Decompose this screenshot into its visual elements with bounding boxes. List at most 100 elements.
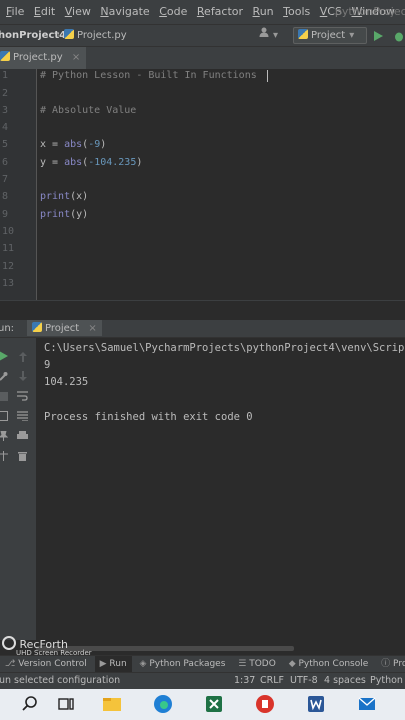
- scroll-to-end-icon[interactable]: [17, 406, 28, 422]
- tab-version-control[interactable]: ⎇ Version Control: [0, 656, 92, 672]
- code-editor[interactable]: 1 2 3 4 5 6 7 8 9 10 11 12 13 # Python L…: [0, 69, 405, 300]
- interpreter-selector[interactable]: Python 3: [370, 673, 405, 689]
- python-console-icon: ◆: [288, 659, 299, 669]
- console-line-output: 9: [44, 359, 51, 371]
- caret-position[interactable]: 1:37: [234, 673, 255, 689]
- user-icon[interactable]: [258, 25, 270, 46]
- run-configuration-select[interactable]: Project ▾: [293, 27, 367, 44]
- line-number: 11: [2, 243, 15, 254]
- pin-tab-icon[interactable]: [0, 446, 9, 461]
- code-token: y =: [40, 157, 65, 168]
- tab-label: TODO: [249, 659, 276, 669]
- menu-file[interactable]: File: [6, 0, 24, 24]
- text-caret: [267, 70, 268, 82]
- run-toolbar: [0, 338, 36, 640]
- code-token: ): [136, 157, 143, 168]
- console-line-command: C:\Users\Samuel\PycharmProjects\pythonPr…: [44, 342, 405, 354]
- menu-tools[interactable]: Tools: [283, 0, 310, 24]
- run-console-output[interactable]: C:\Users\Samuel\PycharmProjects\pythonPr…: [36, 338, 405, 640]
- run-tab-label: Project: [45, 323, 80, 334]
- code-builtin: print: [40, 191, 71, 202]
- recorder-logo-icon: [2, 636, 16, 650]
- console-line-output: 104.235: [44, 376, 89, 388]
- menu-run[interactable]: Run: [253, 0, 274, 24]
- line-number: 6: [2, 157, 9, 168]
- chevron-right-icon: ›: [56, 30, 60, 41]
- edge-browser-icon[interactable]: [153, 694, 173, 714]
- code-token: ): [100, 139, 107, 150]
- excel-icon[interactable]: [204, 694, 224, 714]
- menu-navigate[interactable]: Navigate: [100, 0, 149, 24]
- file-explorer-icon[interactable]: [102, 694, 122, 714]
- tab-problems[interactable]: ⓘ Prob: [376, 656, 405, 672]
- menu-refactor[interactable]: Refactor: [197, 0, 243, 24]
- recorder-watermark: RecForth UHD Screen Recorder: [2, 636, 92, 657]
- breadcrumb-file[interactable]: Project.py: [64, 25, 127, 46]
- print-icon[interactable]: [17, 426, 28, 439]
- chevron-down-icon: ▾: [273, 30, 279, 41]
- code-builtin: abs: [64, 157, 83, 168]
- chevron-down-icon: ▾: [349, 30, 355, 41]
- tab-label: Prob: [393, 659, 405, 669]
- stop-icon[interactable]: [0, 386, 9, 401]
- tab-label: Python Console: [298, 659, 369, 669]
- tab-python-console[interactable]: ◆ Python Console: [284, 656, 374, 672]
- code-line-assign-y: y = abs(-104.235): [40, 157, 142, 168]
- menu-edit[interactable]: Edit: [34, 0, 55, 24]
- line-separator[interactable]: CRLF: [260, 673, 284, 689]
- info-icon: ⓘ: [381, 659, 394, 669]
- line-number: 3: [2, 105, 9, 116]
- line-number: 8: [2, 191, 9, 202]
- trash-icon[interactable]: [18, 446, 28, 461]
- code-line-assign-x: x = abs(-9): [40, 139, 106, 150]
- tab-project-py[interactable]: Project.py ×: [0, 47, 87, 71]
- branch-icon: ⎇: [5, 659, 19, 669]
- code-line-comment: # Python Lesson - Built In Functions: [40, 70, 257, 81]
- tab-label: Python Packages: [149, 659, 226, 669]
- run-tab-project[interactable]: Project ×: [27, 320, 102, 336]
- tab-label: Project.py: [13, 52, 63, 63]
- search-icon[interactable]: [20, 694, 40, 714]
- arrow-up-icon[interactable]: [19, 347, 29, 362]
- tab-label: Version Control: [18, 659, 87, 669]
- line-number: 1: [2, 70, 9, 81]
- pdf-reader-icon[interactable]: [255, 694, 275, 714]
- indent-setting[interactable]: 4 spaces: [324, 673, 366, 689]
- python-file-icon: [64, 29, 74, 39]
- panel-splitter[interactable]: [0, 300, 405, 321]
- code-builtin: abs: [64, 139, 83, 150]
- tool-window-bar: ⎇ Version Control ▶ Run ◈ Python Package…: [0, 655, 405, 672]
- tab-run[interactable]: ▶ Run: [94, 656, 132, 672]
- soft-wrap-icon[interactable]: [17, 386, 28, 401]
- python-config-icon: [32, 322, 42, 332]
- task-view-icon[interactable]: [56, 694, 76, 714]
- rerun-icon[interactable]: [0, 346, 9, 361]
- file-encoding[interactable]: UTF-8: [290, 673, 318, 689]
- tab-todo[interactable]: ☰ TODO: [233, 656, 281, 672]
- menu-code[interactable]: Code: [159, 0, 187, 24]
- python-config-icon: [298, 29, 308, 39]
- line-number: 12: [2, 261, 15, 272]
- pin-icon[interactable]: [0, 426, 9, 441]
- python-file-icon: [0, 51, 10, 61]
- line-number: 10: [2, 226, 15, 237]
- close-icon[interactable]: ×: [72, 52, 80, 63]
- run-panel-label: un:: [0, 323, 15, 334]
- code-line-print-x: print(x): [40, 191, 88, 202]
- code-token: (y): [70, 209, 89, 220]
- packages-icon: ◈: [139, 659, 150, 669]
- close-icon[interactable]: ×: [88, 323, 96, 334]
- mail-icon[interactable]: [357, 694, 377, 714]
- line-number: 2: [2, 88, 9, 99]
- arrow-down-icon[interactable]: [19, 366, 29, 381]
- code-number: -9: [88, 139, 101, 150]
- layout-icon[interactable]: [0, 406, 9, 421]
- breadcrumb-file-label: Project.py: [77, 30, 127, 41]
- word-icon[interactable]: [306, 694, 326, 714]
- window-title: pythonProject: [334, 5, 405, 18]
- menu-view[interactable]: View: [65, 0, 91, 24]
- run-icon: ▶: [99, 659, 110, 669]
- wrench-icon[interactable]: [0, 366, 9, 381]
- tab-python-packages[interactable]: ◈ Python Packages: [135, 656, 231, 672]
- windows-taskbar: [0, 689, 405, 720]
